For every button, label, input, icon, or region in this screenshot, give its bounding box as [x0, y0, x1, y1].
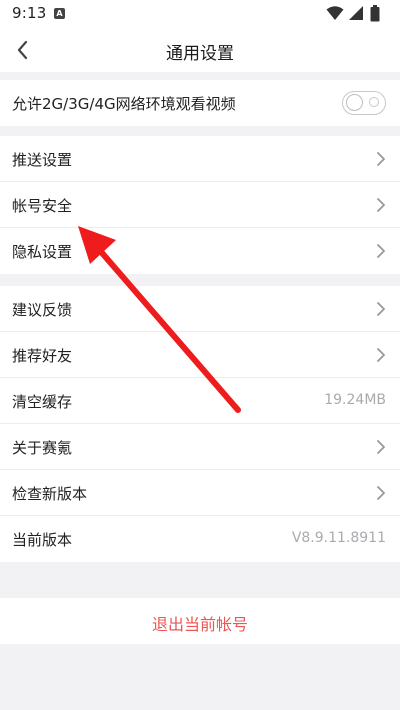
status-icons — [326, 5, 388, 23]
clear-cache-row[interactable]: 清空缓存 19.24MB — [0, 378, 400, 424]
privacy-settings-label: 隐私设置 — [12, 243, 73, 261]
about-label: 关于赛氪 — [12, 439, 73, 457]
chevron-right-icon — [377, 244, 385, 258]
video-network-toggle[interactable] — [342, 91, 386, 115]
account-security-row[interactable]: 帐号安全 — [0, 182, 400, 228]
push-settings-row[interactable]: 推送设置 — [0, 136, 400, 182]
privacy-settings-row[interactable]: 隐私设置 — [0, 228, 400, 274]
feedback-label: 建议反馈 — [12, 301, 73, 319]
battery-icon — [370, 5, 380, 22]
current-version-label: 当前版本 — [12, 531, 73, 549]
push-settings-label: 推送设置 — [12, 151, 73, 169]
current-version-row: 当前版本 V8.9.11.8911 — [0, 516, 400, 562]
cache-size-value: 19.24MB — [324, 392, 386, 408]
chevron-right-icon — [377, 440, 385, 454]
chevron-right-icon — [377, 348, 385, 362]
general-settings-screen: 9:13 A 通用设置 允许2G/3G/4G网络环境观看视频 推送设置 帐号安全… — [0, 0, 400, 710]
status-bar: 9:13 A — [0, 0, 400, 28]
chevron-right-icon — [377, 302, 385, 316]
logout-label: 退出当前帐号 — [151, 615, 248, 634]
page-title: 通用设置 — [166, 44, 234, 64]
notification-a-icon: A — [54, 8, 65, 19]
chevron-right-icon — [377, 198, 385, 212]
signal-icon — [349, 6, 363, 20]
nav-bar: 通用设置 — [0, 28, 400, 72]
recommend-friends-row[interactable]: 推荐好友 — [0, 332, 400, 378]
chevron-right-icon — [377, 486, 385, 500]
feedback-row[interactable]: 建议反馈 — [0, 286, 400, 332]
chevron-right-icon — [377, 152, 385, 166]
wifi-icon — [326, 6, 344, 20]
version-value: V8.9.11.8911 — [291, 530, 386, 546]
check-update-label: 检查新版本 — [12, 485, 88, 503]
video-network-label: 允许2G/3G/4G网络环境观看视频 — [12, 95, 236, 113]
misc-settings-group: 建议反馈 推荐好友 清空缓存 19.24MB 关于赛氪 检查新版本 当前版本 V… — [0, 286, 400, 562]
toggle-knob — [346, 94, 363, 111]
account-security-label: 帐号安全 — [12, 197, 73, 215]
logout-button[interactable]: 退出当前帐号 — [0, 598, 400, 644]
clear-cache-label: 清空缓存 — [12, 393, 73, 411]
toggle-off-indicator-icon — [369, 97, 379, 107]
about-row[interactable]: 关于赛氪 — [0, 424, 400, 470]
recommend-friends-label: 推荐好友 — [12, 347, 73, 365]
status-time: 9:13 — [12, 4, 47, 22]
video-setting-group: 允许2G/3G/4G网络环境观看视频 — [0, 80, 400, 126]
video-network-row: 允许2G/3G/4G网络环境观看视频 — [0, 80, 400, 126]
check-update-row[interactable]: 检查新版本 — [0, 470, 400, 516]
account-settings-group: 推送设置 帐号安全 隐私设置 — [0, 136, 400, 274]
